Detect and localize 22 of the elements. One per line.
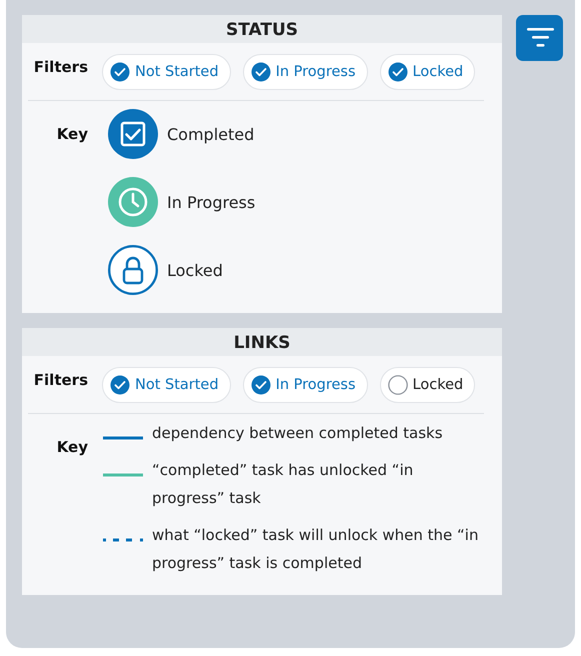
filter-chip[interactable]: Locked	[380, 54, 476, 90]
key-text: “completed” task has unlocked “in progress” task	[152, 460, 414, 509]
key-text: what “locked” task will unlock when the “in progress” task is completed	[152, 525, 480, 574]
filters-label: Filters	[32, 58, 88, 76]
key-label: Key	[56, 438, 88, 458]
key-label: Key	[56, 125, 88, 145]
clock-icon	[108, 177, 158, 227]
key-text: Completed	[167, 124, 254, 144]
filter-chip[interactable]: Not Started	[102, 367, 231, 403]
filter-chip[interactable]: In Progress	[242, 54, 368, 90]
filter-chip[interactable]: Locked	[380, 367, 476, 403]
filters-label: Filters	[32, 371, 88, 389]
section-header: LINKS	[22, 328, 502, 356]
key-text: dependency between completed tasks	[152, 423, 444, 444]
section-header: STATUS	[22, 15, 502, 43]
filter-chip[interactable]: Not Started	[102, 54, 231, 90]
key-text: In Progress	[167, 192, 256, 212]
filter-button[interactable]	[516, 15, 563, 61]
checkbox-icon	[108, 109, 158, 159]
lock-icon	[108, 245, 158, 295]
filter-chip[interactable]: In Progress	[242, 367, 368, 403]
key-text: Locked	[167, 260, 223, 280]
